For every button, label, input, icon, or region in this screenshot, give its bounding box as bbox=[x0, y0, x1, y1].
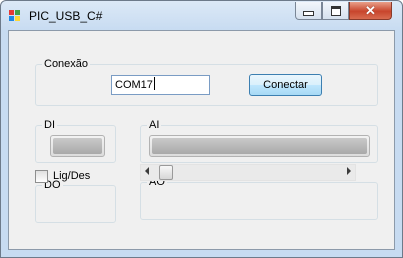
ao-scrollbar[interactable] bbox=[140, 164, 356, 181]
do-group: DO bbox=[35, 178, 116, 223]
lig-des-label[interactable]: Lig/Des bbox=[53, 169, 90, 183]
di-indicator bbox=[50, 135, 105, 157]
title-bar[interactable]: PIC_USB_C# ✕ bbox=[1, 1, 402, 30]
ai-group-label: AI bbox=[147, 118, 162, 132]
ao-scroll-thumb[interactable] bbox=[159, 165, 173, 180]
di-group-label: DI bbox=[42, 118, 57, 132]
close-icon: ✕ bbox=[365, 3, 376, 18]
port-input-value: COM17 bbox=[115, 79, 153, 91]
scroll-right-arrow-icon[interactable] bbox=[347, 167, 351, 175]
app-window: PIC_USB_C# ✕ Conexão COM17 Conectar DI A… bbox=[0, 0, 403, 258]
maximize-icon bbox=[330, 5, 341, 16]
app-icon bbox=[9, 10, 20, 21]
connect-button-label: Conectar bbox=[263, 79, 308, 91]
lig-des-checkbox[interactable] bbox=[35, 170, 48, 183]
close-button[interactable]: ✕ bbox=[349, 2, 392, 20]
ai-progress-bar bbox=[149, 135, 370, 157]
scroll-left-arrow-icon[interactable] bbox=[145, 167, 149, 175]
minimize-icon bbox=[303, 11, 314, 16]
port-input[interactable]: COM17 bbox=[111, 75, 210, 95]
conexao-group-label: Conexão bbox=[42, 57, 91, 71]
minimize-button[interactable] bbox=[295, 2, 322, 20]
ao-group: AO bbox=[140, 175, 378, 220]
text-caret bbox=[153, 77, 155, 90]
ai-progress-fill bbox=[152, 138, 367, 154]
di-indicator-fill bbox=[53, 138, 102, 154]
connect-button[interactable]: Conectar bbox=[249, 74, 322, 96]
maximize-button[interactable] bbox=[322, 2, 349, 20]
window-title: PIC_USB_C# bbox=[29, 9, 103, 23]
form-client-area: Conexão COM17 Conectar DI AI DO AO bbox=[8, 30, 395, 250]
